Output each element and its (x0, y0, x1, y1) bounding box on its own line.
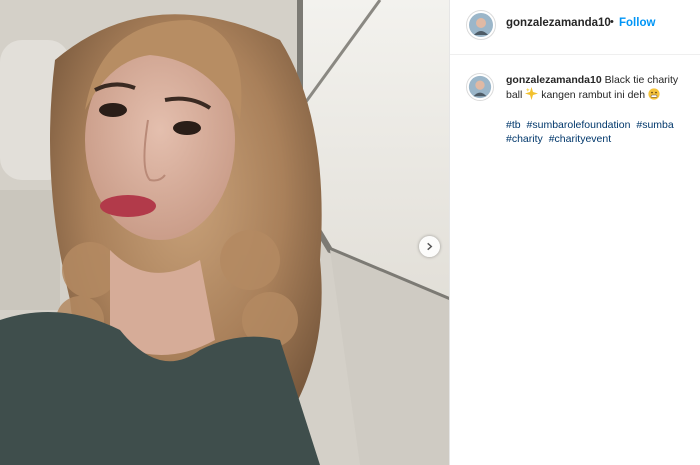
avatar[interactable] (466, 10, 496, 40)
post-header: gonzalezamanda10 • Follow (450, 0, 700, 54)
profile-picture (468, 75, 492, 99)
sparkles-icon (525, 87, 539, 100)
hashtag-link[interactable]: #charity (506, 133, 543, 145)
caption-text-2: kangen rambut ini deh (541, 89, 646, 101)
caption-avatar[interactable] (466, 73, 494, 101)
hashtag-link[interactable]: #tb (506, 119, 521, 131)
grimace-emoji-icon (648, 88, 660, 100)
hashtag-link[interactable]: #sumbarolefoundation (527, 119, 631, 131)
caption-username[interactable]: gonzalezamanda10 (506, 74, 602, 86)
hashtag-link[interactable]: #sumba (636, 119, 673, 131)
selfie-image (0, 0, 449, 465)
hashtag-link[interactable]: #charityevent (549, 133, 611, 145)
header-username[interactable]: gonzalezamanda10 (506, 17, 611, 29)
header-divider (450, 54, 700, 55)
chevron-right-icon (427, 242, 433, 251)
profile-picture (469, 13, 493, 37)
post-photo[interactable] (0, 0, 449, 465)
panel-divider (449, 0, 450, 465)
separator-dot: • (610, 16, 614, 28)
hashtags: #tb #sumbarolefoundation #sumba #charity… (506, 118, 692, 146)
post-caption: gonzalezamanda10 Black tie charity ball … (506, 73, 692, 102)
carousel-next-button[interactable] (419, 236, 440, 257)
follow-button[interactable]: Follow (619, 17, 655, 29)
